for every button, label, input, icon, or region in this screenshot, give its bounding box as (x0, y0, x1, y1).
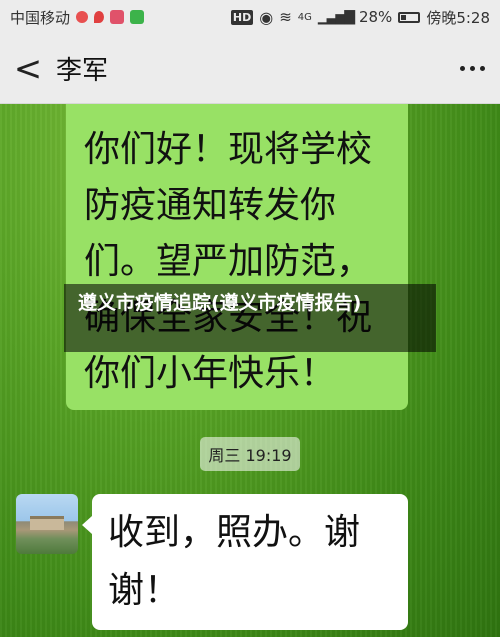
signal-type: 4G (297, 11, 312, 23)
dot-icon (459, 66, 465, 71)
clock: 傍晚5:28 (426, 8, 490, 27)
wifi-icon: ≋ (279, 8, 292, 26)
back-button[interactable]: < (0, 52, 56, 86)
chat-header: < 李军 (0, 34, 500, 104)
chevron-left-icon: < (13, 48, 43, 89)
eye-icon: ◉ (259, 7, 274, 27)
hd-badge: HD (230, 9, 254, 25)
status-bar-right: HD ◉ ≋ 4G ▁▃▅▇ 28% 傍晚5:28 (230, 7, 490, 28)
more-button[interactable] (444, 66, 500, 71)
map-pin-icon (94, 11, 105, 23)
signal-icon: ▁▃▅▇ (317, 9, 355, 25)
status-bar-left: 中国移动 (10, 7, 145, 28)
sent-message-bubble[interactable]: 你们好！现将学校防疫通知转发你们。望严加防范，确保全家安全！祝你们小年快乐！ (66, 104, 408, 410)
sent-message-text: 你们好！现将学校防疫通知转发你们。望严加防范，确保全家安全！祝你们小年快乐！ (84, 129, 373, 394)
message-timestamp: 周三 19:19 (200, 437, 300, 471)
app-icon (110, 10, 125, 24)
status-bar: 中国移动 HD ◉ ≋ 4G ▁▃▅▇ 28% 傍晚5:28 (0, 0, 500, 34)
headline-overlay: 遵义市疫情追踪(遵义市疫情报告) (64, 284, 436, 352)
battery-icon (398, 11, 421, 23)
headline-text: 遵义市疫情追踪(遵义市疫情报告) (78, 292, 362, 314)
building-icon (30, 516, 64, 530)
carrier-label: 中国移动 (10, 8, 71, 27)
avatar[interactable] (16, 494, 78, 554)
received-message-bubble[interactable]: 收到，照办。谢谢！ (82, 494, 408, 630)
contact-name: 李军 (56, 56, 109, 86)
dot-icon (469, 66, 475, 71)
received-message-text: 收到，照办。谢谢！ (108, 512, 361, 611)
wechat-icon (130, 10, 145, 24)
battery-percent: 28% (358, 8, 393, 26)
notification-icon (76, 11, 89, 23)
dot-icon (479, 66, 485, 71)
